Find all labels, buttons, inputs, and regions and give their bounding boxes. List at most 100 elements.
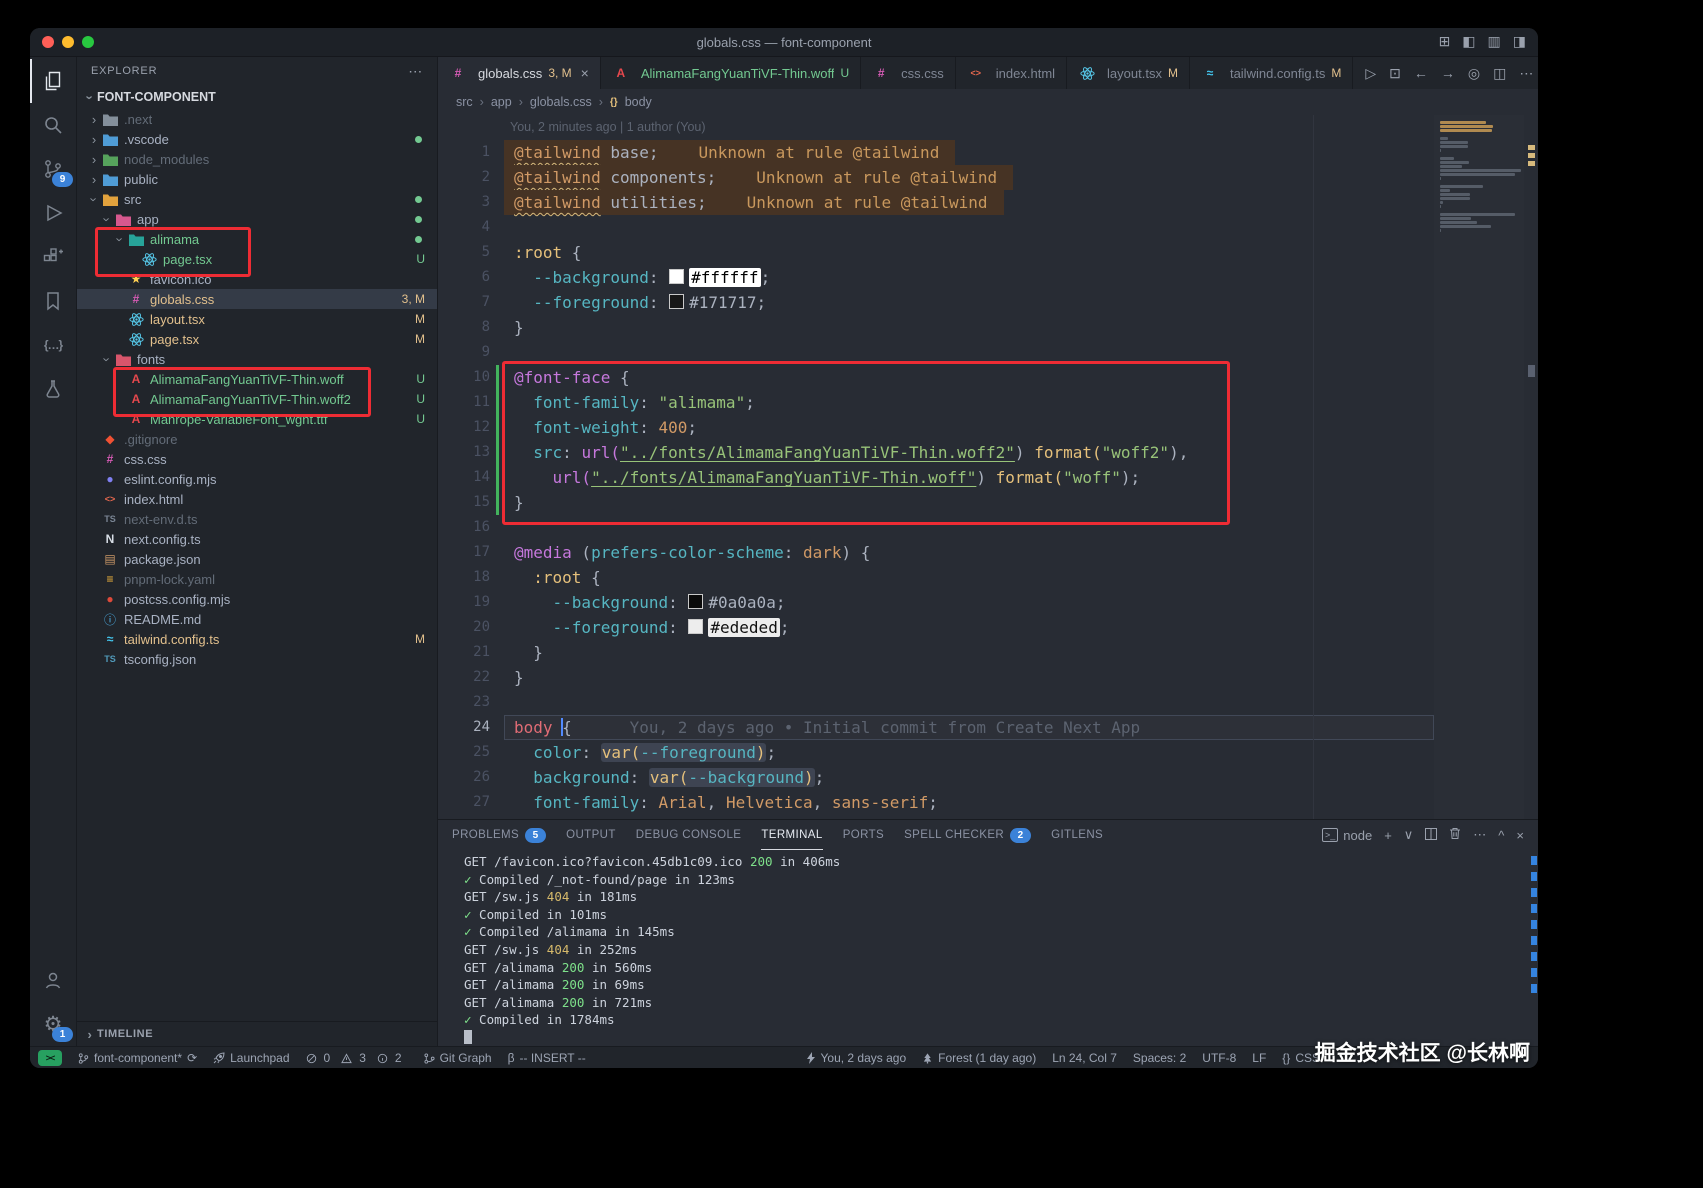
panel-more-icon[interactable]: ⋯ [1473,827,1486,843]
terminal[interactable]: GET /favicon.ico?favicon.45db1c09.ico 20… [438,850,1538,1046]
editor-scrollbar[interactable] [1524,115,1538,819]
timeline-section[interactable]: › TIMELINE [77,1021,437,1046]
tree-item-node-modules[interactable]: ›node_modules [77,149,437,169]
code-line[interactable]: 17@media (prefers-color-scheme: dark) { [438,540,1434,565]
code-line[interactable]: 19 --background: #0a0a0a; [438,590,1434,615]
code-line[interactable]: 21 } [438,640,1434,665]
kill-terminal-icon[interactable] [1449,827,1461,843]
code-line[interactable]: 2@tailwind components;Unknown at rule @t… [438,165,1434,190]
tree-item-layout-tsx[interactable]: ›layout.tsxM [77,309,437,329]
tab-alimamafangyuantivf-thin-woff[interactable]: AAlimamaFangYuanTiVF-Thin.woffU [601,57,861,89]
tree-item-package-json[interactable]: ›▤package.json [77,549,437,569]
tree-item-globals-css[interactable]: ›#globals.css3, M [77,289,437,309]
tree-item-tsconfig-json[interactable]: ›TStsconfig.json [77,649,437,669]
code-line[interactable]: 22} [438,665,1434,690]
problems[interactable]: 032 [298,1047,416,1068]
code-line[interactable]: 13 src: url("../fonts/AlimamaFangYuanTiV… [438,440,1434,465]
git-branch[interactable]: font-component*⟳ [70,1047,205,1068]
code-line[interactable]: 4 [438,215,1434,240]
code-line[interactable]: 5:root { [438,240,1434,265]
more-actions-icon[interactable]: ⋯ [1519,65,1533,82]
code-line[interactable]: 12 font-weight: 400; [438,415,1434,440]
code-line[interactable]: 20 --foreground: #ededed; [438,615,1434,640]
encoding[interactable]: UTF-8 [1194,1047,1244,1068]
project-root-folder[interactable]: › FONT-COMPONENT [77,85,437,109]
panel-tab-terminal[interactable]: TERMINAL [761,820,822,850]
terminal-scrollbar[interactable] [1530,856,1537,1042]
editor[interactable]: You, 2 minutes ago | 1 author (You)1@tai… [438,115,1538,819]
settings-gear-icon[interactable]: ⚙1 [30,1002,76,1046]
tree-item-src[interactable]: ›src [77,189,437,209]
tree-item-index-html[interactable]: ›<>index.html [77,489,437,509]
panel-tab-gitlens[interactable]: GITLENS [1051,820,1103,850]
run-and-debug-icon[interactable]: ◎ [1468,65,1480,82]
code-line[interactable]: 24body { You, 2 days ago • Initial commi… [438,715,1434,740]
git-graph[interactable]: Git Graph [416,1047,500,1068]
tree-item-fonts[interactable]: ›fonts [77,349,437,369]
explorer-icon[interactable] [30,59,76,103]
toggle-primary-sidebar-icon[interactable]: ◧ [1462,33,1475,50]
tree-item-postcss-config-mjs[interactable]: ›●postcss.config.mjs [77,589,437,609]
tree-item-favicon-ico[interactable]: ›★favicon.ico [77,269,437,289]
panel-tab-spell-checker[interactable]: SPELL CHECKER2 [904,820,1031,850]
vim-mode[interactable]: β-- INSERT -- [500,1047,594,1068]
remote-indicator[interactable]: >< [30,1047,70,1068]
code-line[interactable]: 10@font-face { [438,365,1434,390]
tab-index-html[interactable]: <>index.html [956,57,1067,89]
tree-item-readme-md[interactable]: ›ⓘREADME.md [77,609,437,629]
code-line[interactable]: 8} [438,315,1434,340]
blame-status[interactable]: You, 2 days ago [799,1047,915,1068]
tree-item-eslint-config-mjs[interactable]: ›●eslint.config.mjs [77,469,437,489]
split-editor-icon[interactable]: ◫ [1493,65,1506,82]
panel-tab-debug-console[interactable]: DEBUG CONSOLE [636,820,742,850]
code-line[interactable]: 27 font-family: Arial, Helvetica, sans-s… [438,790,1434,815]
tree-item-pnpm-lock-yaml[interactable]: ›≡pnpm-lock.yaml [77,569,437,589]
extensions-icon[interactable] [30,235,76,279]
tree-item-alimamafangyuantivf-thin-woff2[interactable]: ›AAlimamaFangYuanTiVF-Thin.woff2U [77,389,437,409]
toggle-panel-icon[interactable]: ▥ [1488,33,1501,50]
breadcrumb-symbol[interactable]: body [625,95,652,109]
code-line[interactable]: 16 [438,515,1434,540]
tree-item-alimamafangyuantivf-thin-woff[interactable]: ›AAlimamaFangYuanTiVF-Thin.woffU [77,369,437,389]
tab-layout-tsx[interactable]: layout.tsxM [1067,57,1190,89]
tree-item-vscode[interactable]: ›.vscode [77,129,437,149]
code-line[interactable]: 23 [438,690,1434,715]
code-line[interactable]: 3@tailwind utilities;Unknown at rule @ta… [438,190,1434,215]
source-control-icon[interactable]: 9 [30,147,76,191]
tree-item-public[interactable]: ›public [77,169,437,189]
panel-tab-ports[interactable]: PORTS [843,820,884,850]
tree-item-css-css[interactable]: ›#css.css [77,449,437,469]
split-terminal-icon[interactable] [1425,828,1437,843]
code-line[interactable]: 18 :root { [438,565,1434,590]
close-icon[interactable]: × [581,65,589,81]
tab-tailwind-config-ts[interactable]: ≈tailwind.config.tsM [1190,57,1353,89]
run-debug-icon[interactable] [30,191,76,235]
breadcrumb-item-src[interactable]: src [456,95,473,109]
code-line[interactable]: 14 url("../fonts/AlimamaFangYuanTiVF-Thi… [438,465,1434,490]
tree-item-page-tsx[interactable]: ›page.tsxU [77,249,437,269]
maximize-window-button[interactable] [82,36,94,48]
code-line[interactable]: 25 color: var(--foreground); [438,740,1434,765]
tree-item-app[interactable]: ›app [77,209,437,229]
snippets-icon[interactable]: {…} [30,323,76,367]
customize-layout-icon[interactable]: ⊞ [1439,33,1451,50]
forest[interactable]: Forest (1 day ago) [914,1047,1044,1068]
close-window-button[interactable] [42,36,54,48]
go-back-icon[interactable]: ← [1414,65,1428,81]
panel-tab-output[interactable]: OUTPUT [566,820,616,850]
tree-item-next-config-ts[interactable]: ›Nnext.config.ts [77,529,437,549]
bookmarks-icon[interactable] [30,279,76,323]
run-task-icon[interactable]: ⊡ [1389,65,1401,82]
launchpad[interactable]: Launchpad [205,1047,297,1068]
tree-item-alimama[interactable]: ›alimama [77,229,437,249]
tree-item-tailwind-config-ts[interactable]: ›≈tailwind.config.tsM [77,629,437,649]
eol[interactable]: LF [1244,1047,1274,1068]
breadcrumb-item-app[interactable]: app [491,95,512,109]
testing-icon[interactable] [30,367,76,411]
go-forward-icon[interactable]: → [1441,65,1455,81]
toggle-secondary-sidebar-icon[interactable]: ◨ [1513,33,1526,50]
panel-tab-problems[interactable]: PROBLEMS5 [452,820,546,850]
minimize-window-button[interactable] [62,36,74,48]
minimap[interactable] [1434,115,1524,819]
indentation[interactable]: Spaces: 2 [1125,1047,1194,1068]
